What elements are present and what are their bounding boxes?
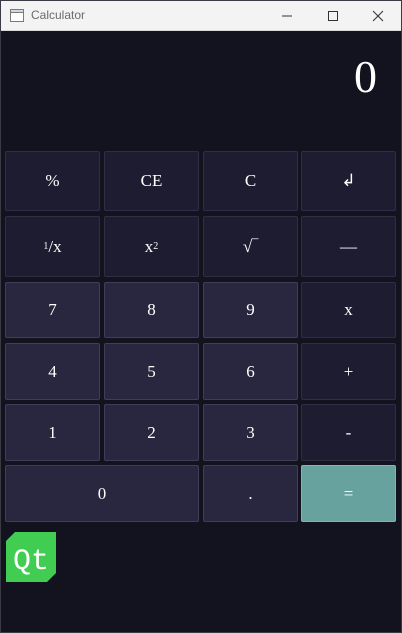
minimize-icon: [282, 15, 292, 16]
close-icon: [372, 10, 384, 21]
square-exponent: 2: [153, 241, 159, 252]
clear-button[interactable]: C: [203, 151, 298, 211]
reciprocal-denominator: /x: [48, 236, 62, 256]
digit-5-button[interactable]: 5: [104, 343, 199, 400]
maximize-icon: [328, 10, 338, 21]
square-button[interactable]: x2: [104, 216, 199, 277]
close-button[interactable]: [355, 1, 401, 30]
digit-7-button[interactable]: 7: [5, 282, 100, 338]
window-title: Calculator: [31, 8, 86, 22]
digit-8-button[interactable]: 8: [104, 282, 199, 338]
title-bar[interactable]: Calculator: [1, 1, 401, 31]
digit-4-button[interactable]: 4: [5, 343, 100, 400]
calculator-window: Calculator 0 % CE C ↲ 1/x x2 √‾ — 7 8 9 …: [0, 0, 402, 633]
multiply-button[interactable]: x: [301, 282, 396, 338]
minimize-button[interactable]: [264, 1, 310, 30]
percent-button[interactable]: %: [5, 151, 100, 211]
square-root-button[interactable]: √‾: [203, 216, 298, 277]
digit-9-button[interactable]: 9: [203, 282, 298, 338]
equals-button[interactable]: =: [301, 465, 396, 522]
reciprocal-button[interactable]: 1/x: [5, 216, 100, 277]
digit-0-button[interactable]: 0: [5, 465, 199, 522]
divide-button[interactable]: —: [301, 216, 396, 277]
calculator-app-icon: [10, 9, 24, 22]
result-display: 0: [354, 51, 377, 102]
digit-6-button[interactable]: 6: [203, 343, 298, 400]
svg-text:Qt: Qt: [13, 545, 49, 579]
clear-entry-button[interactable]: CE: [104, 151, 199, 211]
minus-button[interactable]: -: [301, 404, 396, 461]
plus-button[interactable]: +: [301, 343, 396, 400]
digit-3-button[interactable]: 3: [203, 404, 298, 461]
qt-logo: Qt: [6, 532, 56, 582]
digit-2-button[interactable]: 2: [104, 404, 199, 461]
digit-1-button[interactable]: 1: [5, 404, 100, 461]
decimal-button[interactable]: .: [203, 465, 298, 522]
maximize-button[interactable]: [310, 1, 356, 30]
backspace-button[interactable]: ↲: [301, 151, 396, 211]
square-base: x: [144, 236, 154, 256]
